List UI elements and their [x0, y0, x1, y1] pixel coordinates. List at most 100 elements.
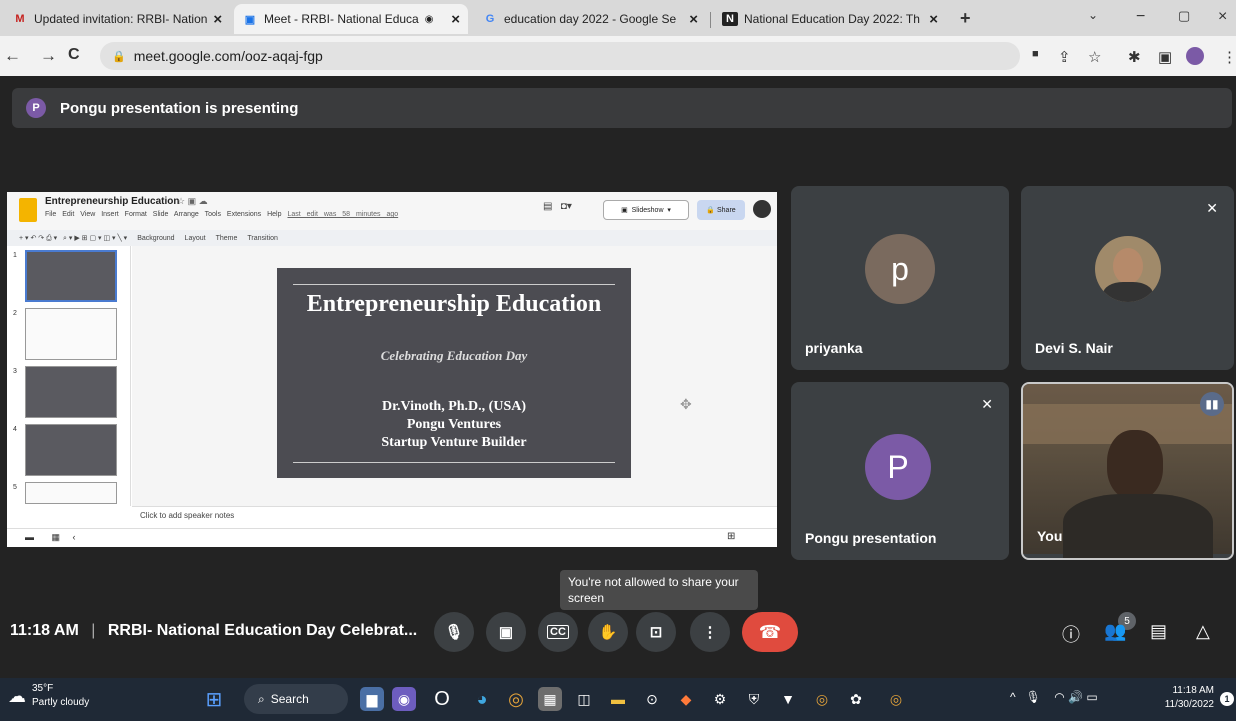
new-tab-button[interactable]: + — [960, 8, 971, 29]
toolbar-background: Background — [137, 234, 175, 242]
avatar — [753, 200, 771, 218]
tab-title: National Education Day 2022: Th — [744, 12, 920, 26]
photos-icon[interactable]: ✿ — [844, 687, 868, 711]
slide-number: 3 — [13, 368, 17, 375]
taskbar-search[interactable]: ⌕ Search — [244, 684, 348, 714]
video-person-head — [1107, 430, 1163, 500]
reload-icon[interactable]: C — [68, 46, 80, 64]
doc-title: Entrepreneurship Education — [45, 196, 180, 207]
bookmark-star-icon[interactable]: ☆ — [1088, 48, 1101, 66]
brave-icon[interactable]: ◆ — [674, 687, 698, 711]
tab-search-icon[interactable]: ⌄ — [1088, 8, 1098, 22]
notification-badge[interactable]: 1 — [1220, 692, 1234, 706]
shield-icon[interactable]: ⛨ — [742, 687, 766, 711]
camera-indicator-icon[interactable]: ■ — [1032, 48, 1039, 60]
side-panel-icon[interactable]: ▣ — [1158, 48, 1172, 66]
slides-footer: ▬ ▦ ‹ ⊞ — [7, 528, 777, 547]
volume-icon: 🔊 — [1068, 690, 1084, 704]
current-slide: Entrepreneurship Education Celebrating E… — [277, 268, 631, 478]
tab-updated-invitation[interactable]: M Updated invitation: RRBI- Nation × — [4, 4, 230, 34]
captions-button[interactable]: CC — [538, 612, 578, 652]
system-tray[interactable]: ^ 🎙 ◠ 🔊 ▭ — [1010, 690, 1098, 704]
presenting-banner: P Pongu presentation is presenting — [12, 88, 1232, 128]
tab-title: education day 2022 - Google Se — [504, 12, 677, 26]
tab-title: Meet - RRBI- National Educa — [264, 12, 419, 26]
raise-hand-button[interactable]: ✋ — [588, 612, 628, 652]
participant-tile-devi[interactable]: ✕ Devi S. Nair — [1021, 186, 1234, 370]
grid-view-icon: ▬ ▦ ‹ — [25, 532, 76, 542]
store-icon[interactable]: ▦ — [538, 687, 562, 711]
close-icon[interactable]: × — [683, 11, 698, 28]
edge-icon[interactable]: ◕ — [470, 687, 494, 711]
wifi-icon: ◠ — [1054, 690, 1065, 704]
participant-tile-pongu[interactable]: ✕ P Pongu presentation — [791, 382, 1009, 560]
profile-avatar[interactable] — [1186, 47, 1204, 65]
slides-menu: File Edit View Insert Format Slide Arran… — [45, 211, 398, 218]
video-person-body — [1063, 494, 1213, 558]
slide-filmstrip: 1 2 3 4 5 — [7, 246, 131, 506]
weather-widget[interactable]: ☁ 35°F Partly cloudy — [8, 682, 89, 710]
last-edit-link: Last edit was 58 minutes ago — [287, 211, 399, 218]
participant-tile-priyanka[interactable]: p priyanka — [791, 186, 1009, 370]
slide-thumbnail — [25, 366, 117, 418]
toolbar-transition: Transition — [247, 234, 278, 242]
vpn-icon[interactable]: ▼ — [776, 687, 800, 711]
speaker-notes: Click to add speaker notes — [132, 506, 777, 528]
toolbar-layout: Layout — [184, 234, 206, 242]
participant-name: Pongu presentation — [805, 530, 937, 546]
zoom-icon[interactable]: ◫ — [572, 687, 596, 711]
window-close-icon[interactable]: × — [1218, 8, 1227, 26]
tab-google-search[interactable]: G education day 2022 - Google Se × — [474, 4, 706, 34]
meeting-time-and-title: 11:18 AM | RRBI- National Education Day … — [10, 622, 417, 640]
close-icon[interactable]: × — [207, 11, 222, 28]
maximize-icon[interactable]: ▢ — [1178, 8, 1190, 24]
settings-icon[interactable]: ⚙ — [708, 687, 732, 711]
close-icon[interactable]: × — [445, 11, 460, 28]
windows-start-icon[interactable]: ⊞ — [202, 687, 226, 711]
slideshow-button: ▣ Slideshow ▾ — [603, 200, 689, 220]
participant-tile-you[interactable]: ▮▮ You — [1021, 382, 1234, 560]
share-label: Share — [716, 206, 736, 214]
taskbar-clock[interactable]: 11:18 AM 11/30/2022 — [1160, 684, 1214, 712]
meeting-info-icon[interactable]: ⓘ — [1062, 621, 1080, 647]
avatar: P — [865, 434, 931, 500]
back-icon[interactable]: ← — [4, 46, 21, 66]
more-options-button[interactable]: ⋮ — [690, 612, 730, 652]
avatar-face — [1113, 248, 1143, 284]
share-icon[interactable]: ⇪ — [1058, 48, 1071, 66]
gmail-icon: M — [15, 13, 25, 25]
present-button[interactable]: ⊡ — [636, 612, 676, 652]
microphone-button[interactable]: 🎙 — [434, 612, 474, 652]
minimize-icon[interactable]: − — [1136, 8, 1145, 26]
camera-button[interactable]: ▣ — [486, 612, 526, 652]
weather-icon: ☁ — [8, 686, 26, 706]
close-icon[interactable]: × — [923, 11, 938, 28]
forward-icon[interactable]: → — [40, 46, 57, 66]
opera-icon[interactable]: O — [430, 687, 454, 711]
tab-meet[interactable]: ▣ Meet - RRBI- National Educa ◉ × — [234, 4, 468, 34]
google-icon: G — [485, 13, 495, 25]
file-explorer-icon[interactable]: ▆ — [360, 687, 384, 711]
chrome-profile-icon[interactable]: ◎ — [810, 687, 834, 711]
chrome-active-icon[interactable]: ◎ — [884, 687, 908, 711]
chat-icon[interactable]: ▤ — [1150, 621, 1167, 642]
address-bar-row: ← → C 🔒 meet.google.com/ooz-aqaj-fgp ■ ⇪… — [0, 36, 1236, 76]
tab-national-education[interactable]: N National Education Day 2022: Th × — [714, 4, 946, 34]
activities-icon[interactable]: △ — [1196, 621, 1210, 642]
url-input[interactable]: 🔒 meet.google.com/ooz-aqaj-fgp — [100, 42, 1020, 70]
menu-icon[interactable]: ⋮ — [1222, 48, 1236, 66]
people-icon[interactable]: 👥 — [1104, 621, 1126, 642]
slide-author: Dr.Vinoth, Ph.D., (USA) Pongu Ventures S… — [277, 398, 631, 452]
chrome-icon[interactable]: ◎ — [504, 687, 528, 711]
explore-icon: ⊞ — [727, 531, 736, 542]
app-icon[interactable]: ⊙ — [640, 687, 664, 711]
extensions-icon[interactable]: ✱ — [1128, 48, 1141, 66]
end-call-button[interactable]: ☎ — [742, 612, 798, 652]
toolbar-theme: Theme — [215, 234, 238, 242]
avatar — [1095, 236, 1161, 302]
teams-icon[interactable]: ◉ — [392, 687, 416, 711]
author-line: Dr.Vinoth, Ph.D., (USA) — [381, 399, 527, 414]
shared-screen[interactable]: Entrepreneurship Education ☆ ▣ ☁ File Ed… — [7, 192, 777, 547]
menu-items: File Edit View Insert Format Slide Arran… — [45, 211, 282, 218]
folder-icon[interactable]: ▬ — [606, 687, 630, 711]
